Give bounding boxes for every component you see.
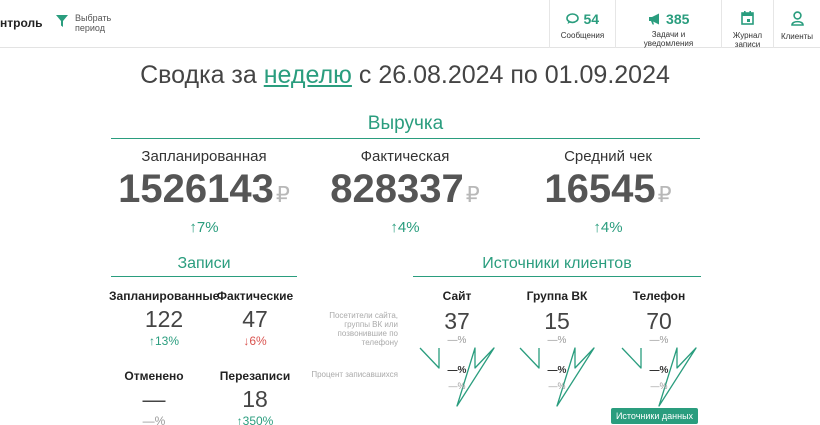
revenue-average-value: 16545 [544, 167, 656, 211]
source-vk-group: Группа ВК 15 —% —% —% [512, 289, 602, 407]
records-rebooked: Перезаписи 18 ↑350% [200, 369, 310, 425]
chat-icon [566, 13, 579, 24]
source-percent-conversion: —% [649, 365, 669, 376]
funnel-arrow-icon [519, 347, 595, 407]
revenue-planned: Запланированная 1526143₽ ↑7% [104, 148, 304, 236]
source-phone: Телефон 70 —% —% —% [614, 289, 704, 407]
revenue-planned-value: 1526143 [118, 167, 274, 211]
revenue-average-check: Средний чек 16545₽ ↑4% [508, 148, 708, 236]
currency-symbol: ₽ [657, 182, 672, 207]
records-cancelled-change: —% [142, 414, 166, 425]
source-value: 70 [646, 308, 672, 334]
tasks-count: 385 [666, 11, 690, 27]
top-bar: нтроль Выбрать период 54 Сообщения 385 З… [0, 0, 820, 49]
nav-clients[interactable]: Клиенты [773, 0, 820, 48]
nav-messages[interactable]: 54 Сообщения [549, 0, 615, 48]
calendar-icon [741, 11, 754, 25]
source-percent-conversion: —% [547, 365, 567, 376]
records-rebooked-value: 18 [242, 386, 268, 412]
revenue-average-label: Средний чек [564, 148, 652, 165]
funnel-arrow-icon [419, 347, 495, 407]
revenue-title: Выручка [111, 113, 700, 139]
messages-label: Сообщения [560, 31, 605, 40]
revenue-planned-change: ↑7% [189, 219, 219, 236]
currency-symbol: ₽ [465, 182, 480, 207]
currency-symbol: ₽ [275, 182, 290, 207]
brand-title: нтроль [0, 16, 43, 30]
source-percent: —% [447, 335, 467, 346]
tasks-label: Задачи и уведомления [643, 30, 694, 48]
user-icon [790, 11, 804, 26]
source-label: Телефон [632, 289, 686, 303]
select-period-button[interactable]: Выбрать период [56, 13, 123, 33]
records-cancelled-value: — [142, 386, 166, 412]
source-percent-conversion: —% [447, 365, 467, 376]
source-percent-prev: —% [448, 381, 466, 391]
journal-label: Журнал записи [732, 31, 763, 49]
sources-title: Источники клиентов [413, 255, 701, 277]
revenue-actual-change: ↑4% [390, 219, 420, 236]
records-actual: Фактические 47 ↓6% [200, 289, 310, 348]
funnel-arrow-icon [621, 347, 697, 407]
records-cancelled-label: Отменено [124, 369, 184, 383]
source-site: Сайт 37 —% —% —% [412, 289, 502, 407]
summary-heading: Сводка за неделю с 26.08.2024 по 01.09.2… [0, 61, 810, 90]
source-percent: —% [649, 335, 669, 346]
records-rebooked-label: Перезаписи [219, 369, 291, 383]
revenue-actual-label: Фактическая [360, 148, 450, 165]
records-cancelled: Отменено — —% [99, 369, 209, 425]
source-percent: —% [547, 335, 567, 346]
summary-prefix: Сводка за [140, 61, 257, 89]
revenue-planned-label: Запланированная [141, 148, 267, 165]
records-actual-value: 47 [242, 306, 268, 332]
source-value: 15 [544, 308, 570, 334]
source-value: 37 [444, 308, 470, 334]
summary-range: с 26.08.2024 по 01.09.2024 [358, 61, 670, 89]
source-label: Сайт [442, 289, 472, 303]
clients-label: Клиенты [780, 32, 814, 41]
data-sources-button[interactable]: Источники данных [611, 408, 698, 424]
messages-count: 54 [583, 11, 600, 27]
records-actual-label: Фактические [216, 289, 294, 303]
nav-tasks[interactable]: 385 Задачи и уведомления [615, 0, 721, 48]
records-actual-change: ↓6% [243, 334, 267, 348]
revenue-actual: Фактическая 828337₽ ↑4% [305, 148, 505, 236]
revenue-actual-value: 828337 [330, 167, 464, 211]
source-label: Группа ВК [526, 289, 588, 303]
filter-icon [56, 15, 68, 27]
revenue-average-change: ↑4% [593, 219, 623, 236]
select-period-label: Выбрать период [75, 13, 112, 33]
source-percent-prev: —% [650, 381, 668, 391]
visitors-note: Посетители сайта, группы ВК или позвонив… [329, 311, 398, 347]
megaphone-icon [648, 13, 659, 25]
records-rebooked-change: ↑350% [236, 414, 274, 425]
booked-percent-note: Процент записавшихся [311, 370, 398, 379]
nav-journal[interactable]: Журнал записи [721, 0, 773, 49]
records-title: Записи [111, 255, 297, 277]
period-week-link[interactable]: неделю [264, 61, 352, 89]
source-percent-prev: —% [548, 381, 566, 391]
